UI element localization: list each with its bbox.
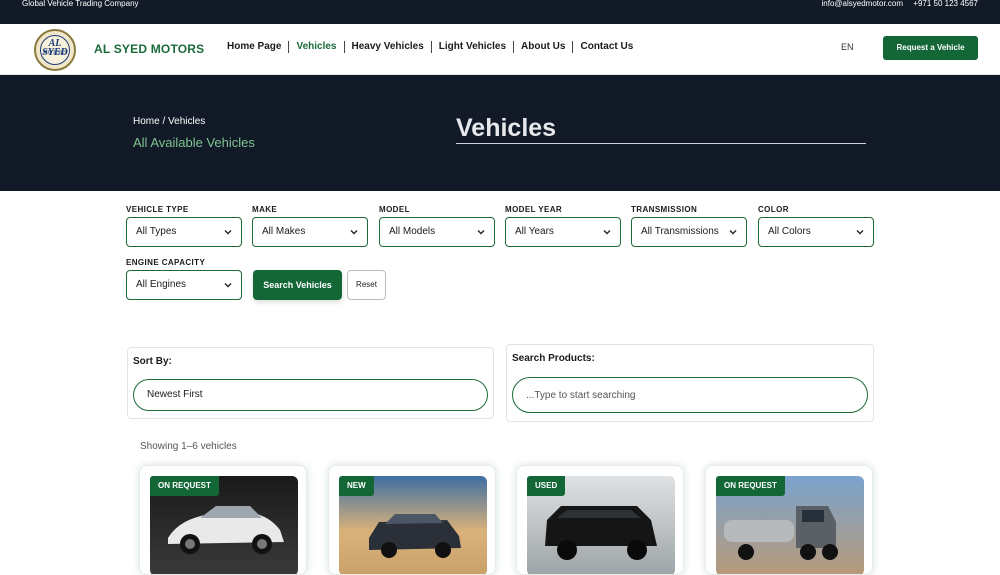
breadcrumb-separator: / [162, 116, 166, 127]
model-select[interactable]: All Models [379, 217, 495, 247]
nav-item-heavy-vehicles[interactable]: Heavy Vehicles [343, 41, 431, 53]
vehicle-card[interactable]: USED [516, 465, 684, 575]
nav-item-light-vehicles[interactable]: Light Vehicles [430, 41, 513, 53]
vehicle-card[interactable]: ON REQUEST [705, 465, 873, 575]
top-info-bar: Global Vehicle Trading Company info@alsy… [0, 0, 1000, 24]
nav-item-home[interactable]: Home Page [227, 41, 288, 53]
request-vehicle-button[interactable]: Request a Vehicle [883, 36, 978, 60]
breadcrumb-current: Vehicles [168, 116, 206, 127]
search-vehicles-button[interactable]: Search Vehicles [253, 270, 342, 300]
select-value: All Makes [262, 226, 306, 237]
select-value: All Years [515, 226, 554, 237]
chevron-down-icon [224, 283, 232, 288]
page-hero: Home / Vehicles All Available Vehicles V… [0, 75, 1000, 191]
filter-transmission: TRANSMISSION All Transmissions [631, 205, 747, 247]
phone-link[interactable]: +971 50 123 4567 [913, 0, 978, 8]
vehicle-type-select[interactable]: All Types [126, 217, 242, 247]
brand-name[interactable]: AL SYED MOTORS [94, 42, 204, 56]
filter-model-year: MODEL YEAR All Years [505, 205, 621, 247]
nav-menu: Home Page Vehicles Heavy Vehicles Light … [227, 41, 640, 53]
filter-model: MODEL All Models [379, 205, 495, 247]
contact-info: info@alsyedmotor.com +971 50 123 4567 [814, 0, 978, 8]
status-badge: ON REQUEST [150, 476, 219, 496]
vehicle-card[interactable]: NEW [328, 465, 496, 575]
select-value: All Transmissions [641, 226, 719, 237]
filter-label: VEHICLE TYPE [126, 205, 189, 214]
page-subtitle: All Available Vehicles [133, 135, 255, 150]
nav-item-about-us[interactable]: About Us [513, 41, 572, 53]
results-count: Showing 1–6 vehicles [140, 441, 237, 452]
chevron-down-icon [856, 230, 864, 235]
nav-item-contact-us[interactable]: Contact Us [572, 41, 640, 53]
breadcrumb: Home / Vehicles [133, 116, 205, 127]
logo-subtext: MOTORS [42, 50, 68, 56]
status-badge: NEW [339, 476, 374, 496]
search-title: Search Products: [512, 353, 595, 364]
make-select[interactable]: All Makes [252, 217, 368, 247]
language-switcher[interactable]: EN [841, 42, 854, 52]
engine-capacity-select[interactable]: All Engines [126, 270, 242, 300]
status-badge: USED [527, 476, 566, 496]
search-input[interactable]: ...Type to start searching [512, 377, 868, 413]
sort-panel: Sort By: Newest First [127, 347, 494, 419]
filter-color: COLOR All Colors [758, 205, 874, 247]
filter-make: MAKE All Makes [252, 205, 368, 247]
logo[interactable]: AL SYED MOTORS [34, 29, 76, 71]
chevron-down-icon [729, 230, 737, 235]
reset-button[interactable]: Reset [347, 270, 386, 300]
select-value: All Types [136, 226, 177, 237]
select-value: All Engines [136, 279, 187, 290]
status-badge: ON REQUEST [716, 476, 785, 496]
chevron-down-icon [603, 230, 611, 235]
sort-select[interactable]: Newest First [133, 379, 488, 411]
filter-vehicle-type: VEHICLE TYPE All Types [126, 205, 242, 247]
color-select[interactable]: All Colors [758, 217, 874, 247]
filter-label: MAKE [252, 205, 278, 214]
sort-title: Sort By: [133, 356, 172, 367]
vehicle-card[interactable]: ON REQUEST [139, 465, 307, 575]
tagline: Global Vehicle Trading Company [22, 0, 139, 8]
filter-label: MODEL [379, 205, 410, 214]
search-placeholder: ...Type to start searching [526, 390, 636, 401]
email-link[interactable]: info@alsyedmotor.com [822, 0, 904, 8]
breadcrumb-home[interactable]: Home [133, 116, 160, 127]
chevron-down-icon [477, 230, 485, 235]
filter-label: MODEL YEAR [505, 205, 563, 214]
nav-item-vehicles[interactable]: Vehicles [288, 41, 343, 53]
filter-label: TRANSMISSION [631, 205, 698, 214]
sort-value: Newest First [147, 389, 203, 400]
filter-label: ENGINE CAPACITY [126, 258, 206, 267]
filter-label: COLOR [758, 205, 789, 214]
chevron-down-icon [224, 230, 232, 235]
search-panel: Search Products: ...Type to start search… [506, 344, 874, 422]
select-value: All Colors [768, 226, 811, 237]
transmission-select[interactable]: All Transmissions [631, 217, 747, 247]
page-title: Vehicles [456, 112, 866, 144]
chevron-down-icon [350, 230, 358, 235]
model-year-select[interactable]: All Years [505, 217, 621, 247]
select-value: All Models [389, 226, 436, 237]
filter-engine-capacity: ENGINE CAPACITY All Engines [126, 258, 242, 300]
main-navbar: AL SYED MOTORS AL SYED MOTORS Home Page … [0, 24, 1000, 75]
